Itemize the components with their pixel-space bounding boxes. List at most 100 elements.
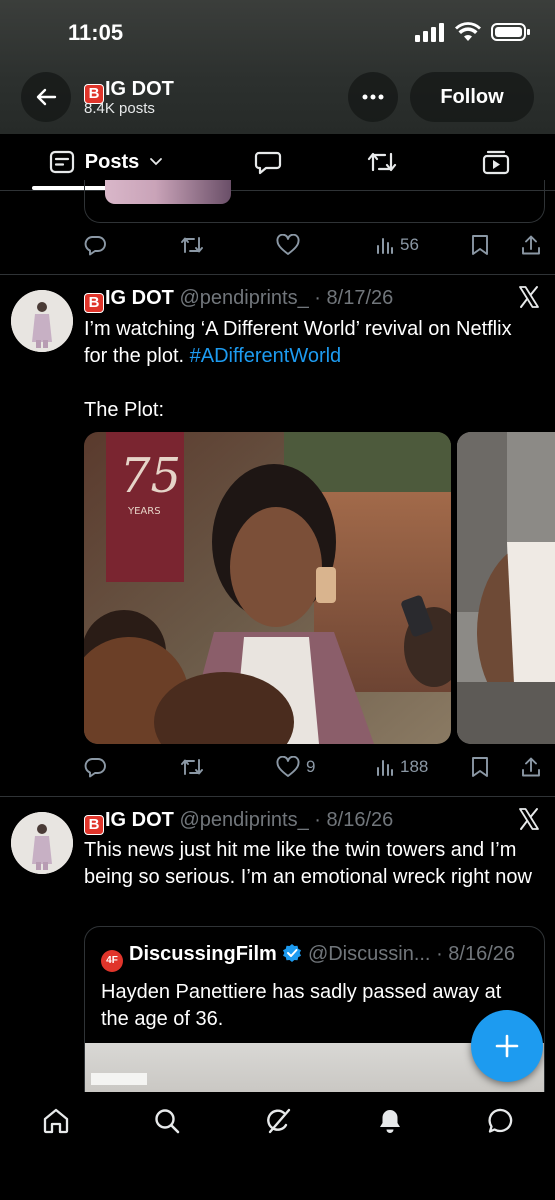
grok-icon (267, 1108, 291, 1134)
quoted-image-light (91, 1073, 147, 1085)
status-time: 11:05 (68, 20, 124, 45)
more-options-button[interactable] (348, 72, 398, 122)
search-icon (155, 1109, 180, 1134)
post-text-line-3: The Plot: (84, 399, 165, 421)
previous-post-actions: 56 (0, 233, 555, 257)
post-text-line-2-prefix: for the plot. (84, 345, 190, 367)
back-button[interactable] (21, 72, 71, 122)
messages-icon (488, 1108, 513, 1133)
posts-tab-icon (49, 150, 74, 174)
share-icon (522, 235, 540, 255)
like-button[interactable]: 9 (276, 756, 315, 778)
avatar[interactable] (11, 812, 73, 874)
share-icon (522, 757, 540, 777)
views-icon (377, 760, 393, 776)
repost-button[interactable] (180, 757, 204, 777)
chevron-down-icon (150, 158, 163, 166)
signal-icon (415, 23, 444, 42)
reply-button[interactable] (84, 756, 106, 778)
likes-count: 9 (306, 757, 316, 776)
reply-bubble-icon (254, 151, 282, 175)
post-divider (0, 796, 555, 797)
avatar-image (11, 290, 73, 352)
views-count: 188 (400, 757, 429, 776)
profile-name-text: IG DOT (105, 78, 174, 100)
bottom-navigation (0, 1092, 555, 1200)
author-handle[interactable]: @pendiprints_ (179, 809, 308, 831)
bookmark-button[interactable] (470, 234, 490, 256)
tab-posts-label: Posts (84, 150, 140, 173)
brand-badge: B (84, 292, 104, 313)
x-logo-icon (517, 285, 541, 316)
profile-header: 11:05 B IG DOT 8.4K posts Follow (0, 0, 555, 134)
share-button[interactable] (520, 234, 542, 256)
post-photo: 75 YEARS (84, 432, 451, 744)
nav-grok[interactable] (263, 1106, 293, 1136)
heart-icon (276, 756, 300, 777)
verified-badge-icon (283, 944, 302, 962)
quoted-post-date: · 8/16/26 (436, 943, 516, 965)
post-date: · 8/16/26 (314, 809, 394, 831)
views-button[interactable]: 56 (376, 235, 419, 255)
post-text-line-2: for the plot. #ADifferentWorld (84, 343, 544, 370)
reply-button[interactable] (84, 234, 106, 256)
bell-icon (380, 1110, 400, 1133)
bookmark-icon (472, 757, 488, 777)
follow-button[interactable]: Follow (410, 72, 534, 122)
author-name[interactable]: IG DOT (105, 809, 174, 831)
reply-icon (84, 236, 106, 256)
author-name[interactable]: IG DOT (105, 287, 174, 309)
reply-icon (84, 758, 106, 778)
media-icon (482, 150, 510, 175)
sign-number: 75 (120, 448, 181, 504)
home-icon (43, 1108, 69, 1134)
nav-search[interactable] (152, 1106, 182, 1136)
post-header: B IG DOT @pendiprints_ · 8/17/26 (84, 287, 393, 313)
share-button[interactable] (520, 756, 542, 778)
more-icon (362, 94, 384, 100)
views-count: 56 (400, 235, 419, 254)
repost-button[interactable] (180, 235, 204, 255)
post-header: B IG DOT @pendiprints_ · 8/16/26 (84, 809, 393, 835)
previous-post-thumbnail (105, 180, 231, 204)
compose-button[interactable] (471, 1010, 543, 1082)
bookmark-button[interactable] (470, 756, 490, 778)
views-icon (377, 238, 393, 254)
avatar[interactable] (11, 290, 73, 352)
post-text-line-1: I’m watching ‘A Different World’ revival… (84, 318, 512, 340)
post-image[interactable]: 75 YEARS (84, 432, 451, 744)
arrow-left-icon (36, 88, 57, 106)
avatar-image (11, 812, 73, 874)
battery-icon (491, 23, 530, 41)
bookmark-icon (472, 235, 488, 255)
repost-icon (181, 759, 203, 775)
like-button[interactable] (276, 234, 300, 256)
author-handle[interactable]: @pendiprints_ (179, 287, 308, 309)
nav-notifications[interactable] (375, 1106, 405, 1136)
post-actions: 9 188 (0, 755, 555, 779)
quoted-post-header: 4F DiscussingFilm @Discussin... · 8/16/26 (101, 943, 515, 972)
plus-icon (495, 1034, 519, 1058)
x-logo-icon (517, 807, 541, 838)
sign-word: YEARS (127, 506, 161, 517)
post-image-2[interactable] (457, 432, 555, 744)
brand-badge: B (84, 814, 104, 835)
views-button[interactable]: 188 (376, 757, 428, 777)
post-body: I’m watching ‘A Different World’ revival… (84, 316, 544, 424)
post-body: This news just hit me like the twin towe… (84, 839, 532, 888)
previous-post-media-card[interactable] (84, 180, 545, 223)
nav-messages[interactable] (486, 1106, 516, 1136)
quoted-author-handle: @Discussin... (307, 943, 431, 965)
quoted-post-text: Hayden Panettiere has sadly passed away … (101, 981, 502, 1030)
hashtag-link[interactable]: #ADifferentWorld (190, 345, 342, 367)
nav-home[interactable] (41, 1106, 71, 1136)
quoted-author-logo: 4F (101, 949, 123, 972)
posts-count: 8.4K posts (84, 100, 155, 117)
repost-icon (181, 237, 203, 253)
post-photo-2 (457, 432, 555, 744)
wifi-icon (455, 22, 481, 41)
post-divider (0, 274, 555, 275)
quoted-author-name: DiscussingFilm (129, 943, 277, 965)
status-icons (415, 22, 531, 42)
heart-icon (276, 234, 300, 255)
